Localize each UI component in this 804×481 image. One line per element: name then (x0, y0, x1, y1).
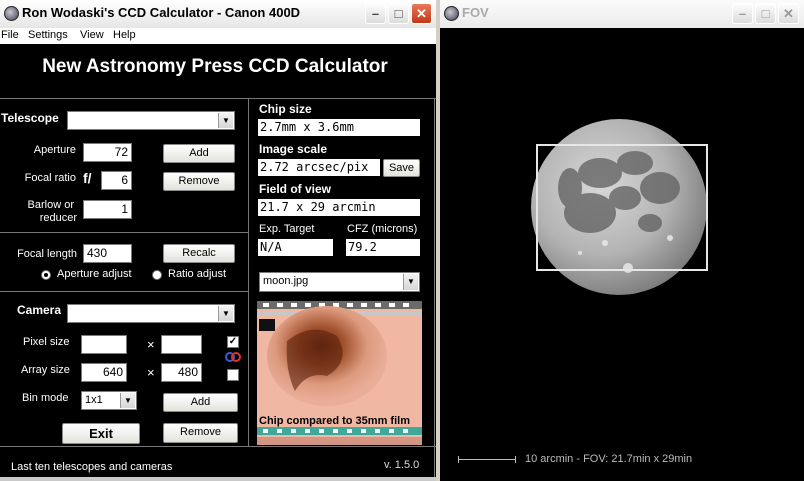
main-titlebar[interactable]: Ron Wodaski's CCD Calculator - Canon 400… (0, 0, 436, 28)
close-icon[interactable]: ✕ (778, 3, 799, 24)
bin-mode-label: Bin mode (22, 392, 69, 404)
version-label: v. 1.5.0 (384, 459, 420, 471)
menu-view[interactable]: View (80, 29, 104, 41)
minimize-icon[interactable]: – (732, 3, 753, 24)
image-file-selected: moon.jpg (263, 275, 309, 287)
exit-button[interactable]: Exit (62, 423, 140, 444)
focal-length-input[interactable]: 430 (83, 244, 132, 263)
cfz-label: CFZ (microns) (347, 223, 418, 235)
scale-bar-text: 10 arcmin - FOV: 21.7min x 29min (525, 453, 693, 465)
menu-file[interactable]: File (1, 29, 19, 41)
chevron-down-icon[interactable]: ▼ (218, 306, 233, 321)
square-pixels-checkbox[interactable]: ✓ (227, 336, 239, 348)
link-rings-icon (224, 352, 242, 362)
scale-bar-tick-left (458, 456, 459, 463)
divider (248, 98, 249, 446)
image-file-select[interactable]: moon.jpg ▼ (259, 272, 420, 292)
focal-ratio-label: Focal ratio (24, 172, 76, 184)
camera-section-label: Camera (17, 303, 62, 317)
chevron-down-icon[interactable]: ▼ (120, 393, 135, 408)
maximize-icon[interactable]: □ (755, 3, 776, 24)
array-height-input[interactable]: 480 (161, 363, 202, 382)
ratio-adjust-radio[interactable] (152, 270, 162, 280)
telescope-add-button[interactable]: Add (163, 144, 235, 163)
focal-length-label: Focal length (17, 248, 77, 260)
recalc-button[interactable]: Recalc (163, 244, 235, 263)
aperture-adjust-radio[interactable] (41, 270, 51, 280)
close-icon[interactable]: ✕ (411, 3, 432, 24)
divider (434, 98, 435, 481)
divider (0, 446, 436, 447)
aperture-input[interactable]: 72 (83, 143, 132, 162)
divider (0, 291, 248, 292)
telescope-section-label: Telescope (1, 111, 59, 125)
fov-value: 21.7 x 29 arcmin (258, 199, 420, 216)
pixel-width-input[interactable] (81, 335, 127, 354)
focal-ratio-input[interactable]: 6 (101, 171, 132, 190)
divider (0, 232, 248, 233)
pixel-height-input[interactable] (161, 335, 202, 354)
fov-window-title: FOV (462, 5, 489, 20)
ccd-calculator-window: Ron Wodaski's CCD Calculator - Canon 400… (0, 0, 436, 481)
camera-remove-button[interactable]: Remove (163, 423, 238, 443)
bin-mode-select[interactable]: 1x1 ▼ (81, 391, 137, 410)
chip-size-label: Chip size (259, 102, 312, 116)
menu-help[interactable]: Help (113, 29, 136, 41)
array-size-label: Array size (21, 364, 70, 376)
chevron-down-icon[interactable]: ▼ (218, 113, 233, 128)
telescope-remove-button[interactable]: Remove (163, 172, 235, 191)
image-scale-value: 2.72 arcsec/pix (258, 159, 380, 176)
aperture-adjust-label: Aperture adjust (57, 268, 132, 280)
fov-rectangle[interactable] (536, 144, 708, 271)
aperture-label: Aperture (33, 144, 76, 156)
maximize-icon[interactable]: □ (388, 3, 409, 24)
minimize-icon[interactable]: – (365, 3, 386, 24)
fov-window: FOV – □ ✕ 10 arcmin - FOV: 21.7min x 29m… (440, 0, 804, 481)
footer-strip (0, 477, 436, 481)
pixel-times-symbol: × (147, 337, 155, 352)
chip-size-value: 2.7mm x 3.6mm (258, 119, 420, 136)
cfz-value: 79.2 (346, 239, 420, 256)
other-checkbox[interactable] (227, 369, 239, 381)
menu-bar: File Settings View Help (0, 28, 436, 44)
barlow-input[interactable]: 1 (83, 200, 132, 219)
app-moon-icon (444, 6, 459, 21)
scale-bar (458, 456, 516, 463)
bin-mode-selected: 1x1 (85, 394, 103, 406)
ratio-adjust-label: Ratio adjust (168, 268, 227, 280)
divider (0, 98, 436, 99)
array-times-symbol: × (147, 365, 155, 380)
fov-titlebar[interactable]: FOV – □ ✕ (440, 0, 804, 28)
main-window-title: Ron Wodaski's CCD Calculator - Canon 400… (22, 5, 301, 20)
exp-target-label: Exp. Target (259, 223, 315, 235)
save-button[interactable]: Save (383, 159, 420, 177)
array-width-input[interactable]: 640 (81, 363, 127, 382)
footer-text: Last ten telescopes and cameras (11, 461, 173, 473)
app-banner: New Astronomy Press CCD Calculator (42, 56, 388, 77)
camera-select[interactable]: ▼ (67, 304, 235, 323)
focal-ratio-prefix: f/ (83, 170, 92, 186)
barlow-label-line1: Barlow or (27, 199, 74, 211)
barlow-label-line2: reducer (39, 212, 77, 224)
image-scale-label: Image scale (259, 142, 328, 156)
scale-bar-tick-right (515, 456, 516, 463)
film-comparison-image: Chip compared to 35mm film (257, 301, 422, 445)
telescope-select[interactable]: ▼ (67, 111, 235, 130)
app-moon-icon (4, 6, 19, 21)
fov-label: Field of view (259, 182, 332, 196)
camera-add-button[interactable]: Add (163, 393, 238, 412)
chevron-down-icon[interactable]: ▼ (403, 274, 418, 290)
menu-settings[interactable]: Settings (28, 29, 68, 41)
pixel-size-label: Pixel size (23, 336, 70, 348)
film-caption: Chip compared to 35mm film (259, 415, 410, 427)
exp-target-value: N/A (258, 239, 333, 256)
